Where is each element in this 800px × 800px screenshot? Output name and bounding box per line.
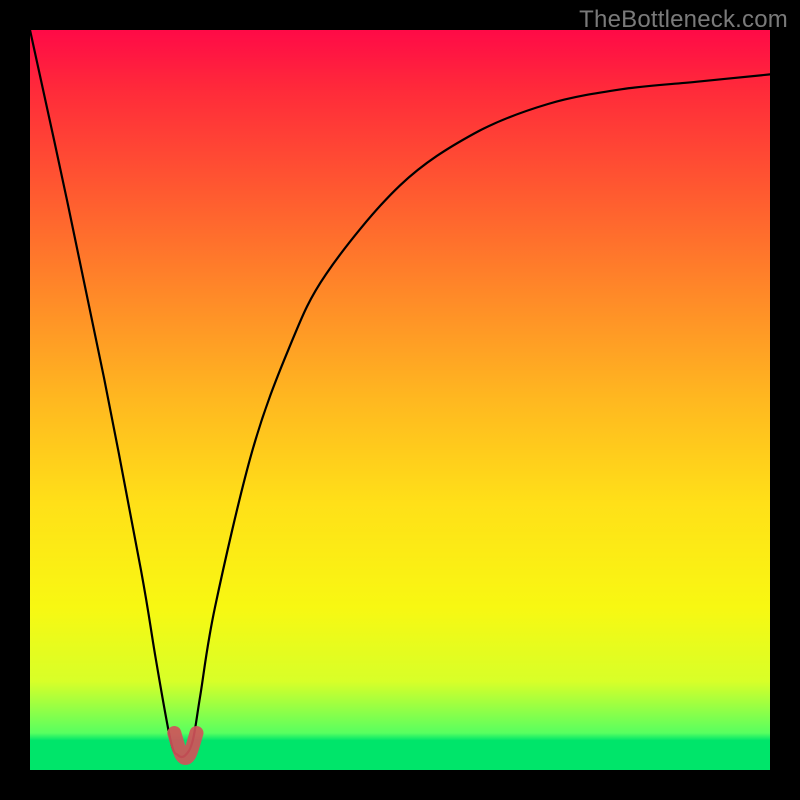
plot-area [30,30,770,770]
bottleneck-curve [30,30,770,757]
curve-layer [30,30,770,770]
min-marker-stroke [174,733,196,758]
chart-frame: TheBottleneck.com [0,0,800,800]
min-marker [174,733,196,758]
